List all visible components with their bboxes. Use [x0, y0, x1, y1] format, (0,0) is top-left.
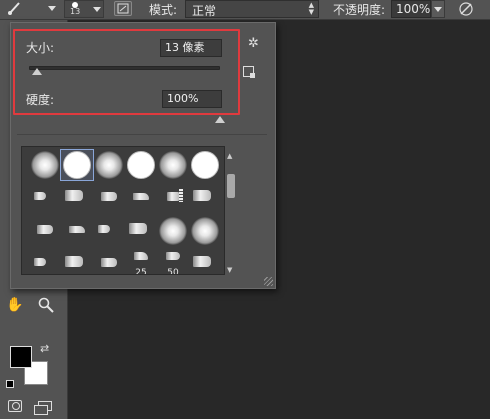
brush-preset-14[interactable]	[61, 216, 93, 246]
default-colors-icon[interactable]	[6, 380, 14, 388]
brush-preset-7[interactable]	[29, 183, 61, 213]
bristle-brush-icon	[34, 258, 46, 266]
zoom-tool-icon[interactable]	[38, 297, 54, 317]
hardness-slider[interactable]	[29, 116, 220, 120]
bristle-brush-icon	[37, 225, 53, 234]
bristle-brush-icon	[65, 256, 83, 267]
mode-label: 模式:	[149, 3, 178, 17]
brush-preset-24[interactable]	[189, 249, 221, 274]
brush-preset-10[interactable]	[125, 183, 157, 213]
size-slider[interactable]	[29, 66, 220, 70]
hardness-slider-thumb[interactable]	[215, 116, 225, 123]
brush-preset-grid: 25 50	[21, 146, 225, 275]
bristle-brush-icon	[129, 223, 147, 234]
bristle-brush-icon	[101, 258, 117, 267]
brush-preset-18[interactable]	[189, 216, 221, 246]
brush-preset-12[interactable]	[189, 183, 221, 213]
bristle-brush-icon	[98, 225, 110, 233]
brush-preset-16[interactable]	[125, 216, 157, 246]
bristle-brush-icon	[34, 192, 46, 200]
size-label: 大小:	[26, 41, 55, 55]
brush-tool-icon[interactable]	[6, 0, 32, 16]
opacity-label: 不透明度:	[333, 3, 386, 17]
swap-colors-icon[interactable]: ⇄	[40, 342, 49, 355]
brush-panel-toggle-button[interactable]	[114, 1, 132, 16]
gear-icon[interactable]: ✲	[248, 37, 262, 51]
brush-preset-1[interactable]	[29, 150, 61, 180]
brush-preset-panel: 大小: 13 像素 硬度: 100% ✲ 25 50 ▲ ▼	[10, 22, 276, 289]
hardness-label: 硬度:	[26, 93, 55, 107]
brush-preset-13[interactable]	[29, 216, 61, 246]
options-bar: 13 模式: 正常 ▲ ▼ 不透明度: 100%	[0, 0, 490, 20]
opacity-dropdown-button[interactable]	[431, 0, 445, 18]
opacity-input[interactable]: 100%	[391, 0, 431, 18]
chevron-down-icon	[434, 7, 442, 12]
brush-preset-23[interactable]: 50	[157, 249, 189, 275]
hand-tool-icon[interactable]: ✋	[6, 297, 23, 313]
bristle-brush-icon	[133, 193, 149, 200]
brush-preset-8[interactable]	[61, 183, 93, 213]
tool-preset-caret-icon[interactable]	[48, 6, 56, 11]
brush-preset-20[interactable]	[61, 249, 93, 274]
hard-round-brush-icon	[191, 151, 219, 179]
brush-preset-6[interactable]	[189, 150, 221, 180]
brush-preset-15[interactable]	[93, 216, 125, 246]
hardness-input[interactable]: 100%	[162, 90, 222, 108]
bristle-brush-icon	[193, 256, 211, 267]
up-down-arrows-icon: ▲ ▼	[308, 1, 314, 16]
hard-round-brush-icon	[63, 151, 91, 179]
brush-preset-9[interactable]	[93, 183, 125, 213]
bristle-brush-icon	[166, 252, 180, 260]
divider	[17, 134, 267, 135]
chevron-down-icon	[93, 7, 101, 12]
brush-preset-2[interactable]	[60, 149, 94, 181]
new-preset-icon[interactable]	[243, 66, 255, 78]
brush-preset-21[interactable]	[93, 249, 125, 274]
bristle-brush-icon	[193, 190, 211, 201]
airbrush-icon[interactable]	[456, 0, 476, 18]
soft-round-brush-icon	[191, 217, 219, 245]
size-slider-thumb[interactable]	[31, 68, 42, 75]
mode-select[interactable]: 正常 ▲ ▼	[185, 0, 319, 18]
scrollbar-thumb[interactable]	[227, 174, 235, 198]
soft-round-brush-icon	[31, 151, 59, 179]
fan-brush-icon	[167, 189, 183, 202]
size-input[interactable]: 13 像素	[160, 39, 222, 57]
brush-preset-5[interactable]	[157, 150, 189, 180]
bristle-brush-icon	[134, 252, 148, 260]
mode-value: 正常	[192, 4, 217, 18]
scroll-down-icon[interactable]: ▼	[227, 266, 232, 274]
hard-round-brush-icon	[127, 151, 155, 179]
brush-preset-17[interactable]	[157, 216, 189, 246]
brush-size-readout: 13	[70, 7, 81, 16]
brush-preset-22[interactable]: 25	[125, 249, 157, 275]
grid-scrollbar[interactable]: ▲ ▼	[226, 152, 236, 274]
soft-round-brush-icon	[95, 151, 123, 179]
brush-preset-picker[interactable]: 13	[64, 0, 104, 18]
foreground-color-swatch[interactable]	[10, 346, 32, 368]
brush-preset-3[interactable]	[93, 150, 125, 180]
brush-preset-4[interactable]	[125, 150, 157, 180]
soft-round-brush-icon	[159, 151, 187, 179]
brush-preset-size-label: 50	[167, 268, 179, 275]
soft-round-brush-icon	[159, 217, 187, 245]
brush-preset-size-label: 25	[135, 268, 147, 275]
screen-mode-icon[interactable]	[34, 401, 52, 415]
bristle-brush-icon	[101, 192, 117, 201]
brush-preset-11[interactable]	[157, 183, 189, 213]
scroll-up-icon[interactable]: ▲	[227, 152, 232, 160]
bristle-brush-icon	[69, 226, 85, 233]
quick-mask-icon[interactable]	[8, 400, 22, 412]
bristle-brush-icon	[65, 190, 83, 201]
brush-preset-19[interactable]	[29, 249, 61, 274]
resize-grip-icon[interactable]	[264, 277, 273, 286]
